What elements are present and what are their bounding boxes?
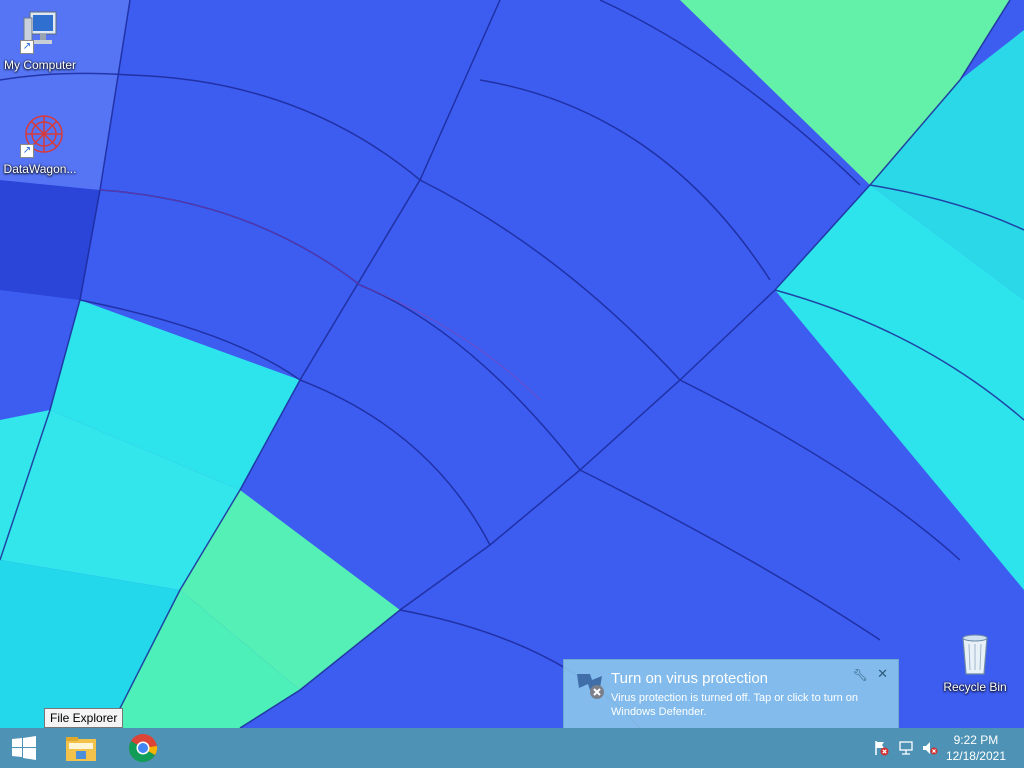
virus-protection-notification[interactable]: Turn on virus protection Virus protectio… — [563, 659, 899, 729]
taskbar-chrome[interactable] — [119, 728, 167, 768]
desktop-icon-datawagon[interactable]: ↗ DataWagon... — [0, 112, 80, 176]
wallpaper — [0, 0, 1024, 728]
start-button[interactable] — [0, 728, 48, 768]
taskbar-file-explorer[interactable] — [57, 728, 105, 768]
file-explorer-tooltip: File Explorer — [44, 708, 124, 728]
chrome-icon — [129, 734, 158, 763]
notification-title: Turn on virus protection — [611, 670, 769, 687]
wrench-icon[interactable]: 🔧︎ — [853, 668, 868, 682]
desktop-icon-label: DataWagon... — [3, 162, 77, 176]
shortcut-arrow-icon: ↗ — [20, 40, 34, 54]
taskbar-clock[interactable]: 9:22 PM 12/18/2021 — [946, 732, 1006, 764]
close-icon[interactable]: ✕ — [877, 666, 888, 682]
defender-shield-icon — [574, 670, 604, 705]
clock-time: 9:22 PM — [953, 733, 999, 747]
computer-icon: ↗ — [16, 8, 64, 56]
network-icon[interactable] — [898, 740, 914, 756]
desktop: ↗ My Computer ↗ DataWagon... Recycle Bin — [0, 0, 1024, 728]
desktop-icon-recycle-bin[interactable]: Recycle Bin — [935, 630, 1015, 694]
recycle-bin-icon — [951, 630, 999, 678]
clock-date: 12/18/2021 — [945, 749, 1006, 763]
start-icon — [12, 736, 36, 760]
desktop-icon-label: My Computer — [3, 58, 77, 72]
file-explorer-icon — [66, 737, 96, 761]
volume-muted-icon[interactable] — [922, 740, 938, 756]
taskbar: 9:22 PM 12/18/2021 — [0, 728, 1024, 768]
shortcut-arrow-icon: ↗ — [20, 144, 34, 158]
desktop-icon-label: Recycle Bin — [943, 680, 1007, 694]
notification-body: Virus protection is turned off. Tap or c… — [611, 692, 859, 718]
desktop-icon-my-computer[interactable]: ↗ My Computer — [0, 8, 80, 72]
datawagon-logo-icon: ↗ — [16, 112, 64, 160]
action-center-flag-icon[interactable] — [873, 740, 889, 756]
